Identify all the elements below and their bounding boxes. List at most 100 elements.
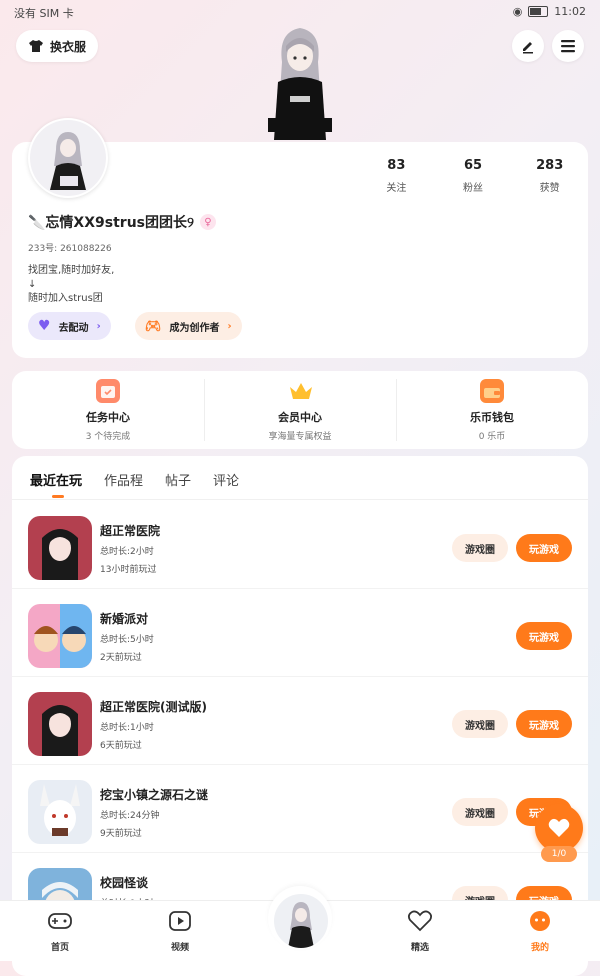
calendar-icon: [96, 379, 120, 403]
game-icon: [28, 692, 92, 756]
game-icon: [28, 604, 92, 668]
clock: 11:02: [554, 5, 586, 18]
crown-icon: [288, 379, 312, 403]
edit-button[interactable]: [512, 30, 544, 62]
nav-home-label: 首页: [50, 943, 69, 953]
game-playtime: 总时长:24分钟: [100, 811, 160, 821]
game-last-played: 13小时前玩过: [100, 565, 157, 575]
nav-video-label: 视频: [170, 943, 189, 953]
game-last-played: 6天前玩过: [100, 741, 142, 751]
carrier-text: 没有 SIM 卡: [14, 7, 74, 20]
task-center-title: 任务中心: [86, 411, 130, 424]
battery-icon: [528, 6, 549, 17]
game-name: 超正常医院(测试版): [100, 700, 207, 714]
likes-count: 283: [536, 158, 564, 173]
avatar-image: [288, 902, 314, 948]
shirt-icon: [29, 40, 43, 52]
tab-bar: 最近在玩 作品程 帖子 评论: [30, 470, 239, 489]
menu-icon: [561, 40, 575, 53]
face-icon: [530, 911, 550, 931]
game-playtime: 总时长:5小时: [100, 635, 154, 645]
stat-following[interactable]: 83 关注: [358, 158, 435, 194]
dress-up-label: 换衣服: [50, 39, 87, 54]
task-center[interactable]: 任务中心 3 个待完成: [12, 371, 204, 449]
game-icon: [28, 780, 92, 844]
character-illustration[interactable]: [260, 22, 340, 144]
quick-access-card: 任务中心 3 个待完成 会员中心 享海量专属权益 乐币钱包 0 乐币: [12, 371, 588, 449]
game-icon: [28, 516, 92, 580]
game-circle-button[interactable]: 游戏圈: [452, 534, 508, 562]
tab-posts[interactable]: 帖子: [165, 470, 191, 489]
game-name: 校园怪谈: [100, 876, 149, 890]
nav-video[interactable]: 视频: [150, 909, 210, 953]
pairing-button[interactable]: ♥ 去配动 ›: [28, 312, 111, 340]
favorite-count: 1/0: [541, 846, 577, 862]
heart-icon: [407, 910, 433, 932]
heart-icon: [548, 818, 570, 837]
game-row[interactable]: 新婚派对 总时长:5小时 2天前玩过 玩游戏: [12, 588, 588, 677]
game-name: 新婚派对: [100, 612, 149, 626]
vip-center-sub: 享海量专属权益: [268, 432, 332, 442]
active-tab-indicator: [52, 495, 64, 498]
nav-me-label: 我的: [530, 943, 549, 953]
favorite-float-button[interactable]: [535, 804, 583, 852]
username: 🔪忘情XX9strus团团长୨: [28, 215, 194, 231]
username-row: 🔪忘情XX9strus团团长୨ ♀: [28, 212, 216, 232]
game-row[interactable]: 挖宝小镇之源石之谜 总时长:24分钟 9天前玩过 游戏圈 玩游戏: [12, 764, 588, 853]
vip-center[interactable]: 会员中心 享海量专属权益: [204, 371, 396, 449]
bio-line: 随时加入strus团: [28, 293, 103, 304]
become-creator-button[interactable]: 🎮︎ 成为创作者 ›: [135, 312, 242, 340]
nav-featured[interactable]: 精选: [390, 909, 450, 953]
game-playtime: 总时长:2小时: [100, 547, 154, 557]
gamepad-icon: [48, 913, 72, 929]
gamepad-icon: 🎮︎: [145, 318, 162, 334]
wallet-sub: 0 乐币: [478, 432, 506, 442]
dress-up-button[interactable]: 换衣服: [16, 30, 99, 62]
status-bar: 没有 SIM 卡 ◉ 11:02: [0, 0, 600, 24]
menu-button[interactable]: [552, 30, 584, 62]
pairing-label: 去配动: [58, 322, 89, 334]
game-last-played: 2天前玩过: [100, 653, 142, 663]
game-playtime: 总时长:1小时: [100, 723, 154, 733]
stat-followers[interactable]: 65 粉丝: [435, 158, 512, 194]
play-game-button[interactable]: 玩游戏: [516, 534, 572, 562]
following-label: 关注: [386, 183, 407, 194]
task-center-sub: 3 个待完成: [85, 432, 131, 442]
followers-count: 65: [463, 158, 483, 173]
vip-center-title: 会员中心: [278, 411, 322, 424]
nav-featured-label: 精选: [410, 943, 429, 953]
game-last-played: 9天前玩过: [100, 829, 142, 839]
game-name: 超正常医院: [100, 524, 161, 538]
become-creator-label: 成为创作者: [169, 322, 220, 334]
tab-comments[interactable]: 评论: [213, 470, 239, 489]
play-game-button[interactable]: 玩游戏: [516, 622, 572, 650]
chevron-right-icon: ›: [96, 320, 101, 332]
avatar[interactable]: [28, 118, 108, 198]
wallet-icon: [480, 379, 504, 403]
bio-line: 找团宝,随时加好友,: [28, 265, 115, 276]
game-name: 挖宝小镇之源石之谜: [100, 788, 209, 802]
hearts-icon: ♥: [38, 318, 51, 334]
game-row[interactable]: 超正常医院 总时长:2小时 13小时前玩过 游戏圈 玩游戏: [12, 500, 588, 589]
game-circle-button[interactable]: 游戏圈: [452, 710, 508, 738]
wallet-title: 乐币钱包: [470, 411, 514, 424]
stat-likes[interactable]: 283 获赞: [511, 158, 588, 194]
bio: 找团宝,随时加好友, ↓ 随时加入strus团: [28, 264, 114, 306]
play-icon: [169, 911, 191, 931]
followers-label: 粉丝: [463, 183, 483, 194]
nav-me[interactable]: 我的: [510, 909, 570, 953]
game-circle-button[interactable]: 游戏圈: [452, 798, 508, 826]
user-id: 233号: 261088226: [28, 244, 112, 254]
tab-works[interactable]: 作品程: [104, 470, 143, 489]
stats-row: 83 关注 65 粉丝 283 获赞: [358, 158, 588, 194]
pencil-icon: [523, 42, 533, 54]
eye-icon: ◉: [512, 5, 523, 18]
tab-recent[interactable]: 最近在玩: [30, 470, 82, 489]
following-count: 83: [387, 158, 406, 173]
wallet[interactable]: 乐币钱包 0 乐币: [396, 371, 588, 449]
game-row[interactable]: 超正常医院(测试版) 总时长:1小时 6天前玩过 游戏圈 玩游戏: [12, 676, 588, 765]
nav-home[interactable]: 首页: [30, 909, 90, 953]
likes-label: 获赞: [539, 183, 560, 194]
center-avatar-button[interactable]: [274, 894, 328, 948]
play-game-button[interactable]: 玩游戏: [516, 710, 572, 738]
